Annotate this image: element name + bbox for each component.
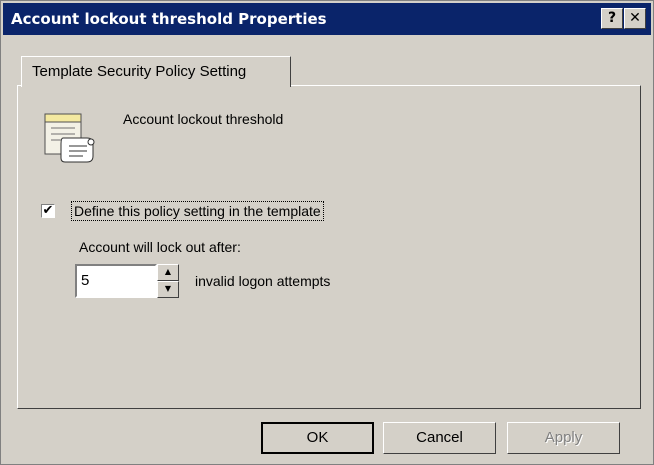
spin-up-button[interactable]: ▲ (157, 264, 179, 281)
define-policy-label[interactable]: Define this policy setting in the templa… (71, 201, 324, 221)
lockout-suffix-label: invalid logon attempts (195, 273, 331, 289)
tab-label: Template Security Policy Setting (32, 63, 247, 80)
lockout-attempts-spinner: ▲ ▼ (157, 264, 179, 298)
close-icon: ✕ (629, 10, 641, 26)
lockout-label: Account will lock out after: (79, 239, 241, 255)
apply-button[interactable]: Apply (507, 422, 620, 454)
cancel-button[interactable]: Cancel (383, 422, 496, 454)
policy-name: Account lockout threshold (123, 111, 284, 127)
window-title: Account lockout threshold Properties (11, 10, 327, 28)
spin-down-button[interactable]: ▼ (157, 281, 179, 298)
properties-dialog: Account lockout threshold Properties ? ✕… (0, 0, 654, 465)
help-button[interactable]: ? (601, 8, 623, 29)
ok-button[interactable]: OK (261, 422, 374, 454)
close-button[interactable]: ✕ (624, 8, 646, 29)
chevron-up-icon: ▲ (164, 267, 172, 276)
lockout-attempts-input[interactable]: 5 (75, 264, 157, 298)
chevron-down-icon: ▼ (164, 284, 172, 293)
title-bar[interactable]: Account lockout threshold Properties ? ✕ (3, 3, 651, 35)
policy-scroll-icon (41, 108, 101, 167)
define-policy-checkbox[interactable]: ✔ (41, 204, 55, 218)
tab-template-security-policy-setting[interactable]: Template Security Policy Setting (21, 56, 291, 87)
